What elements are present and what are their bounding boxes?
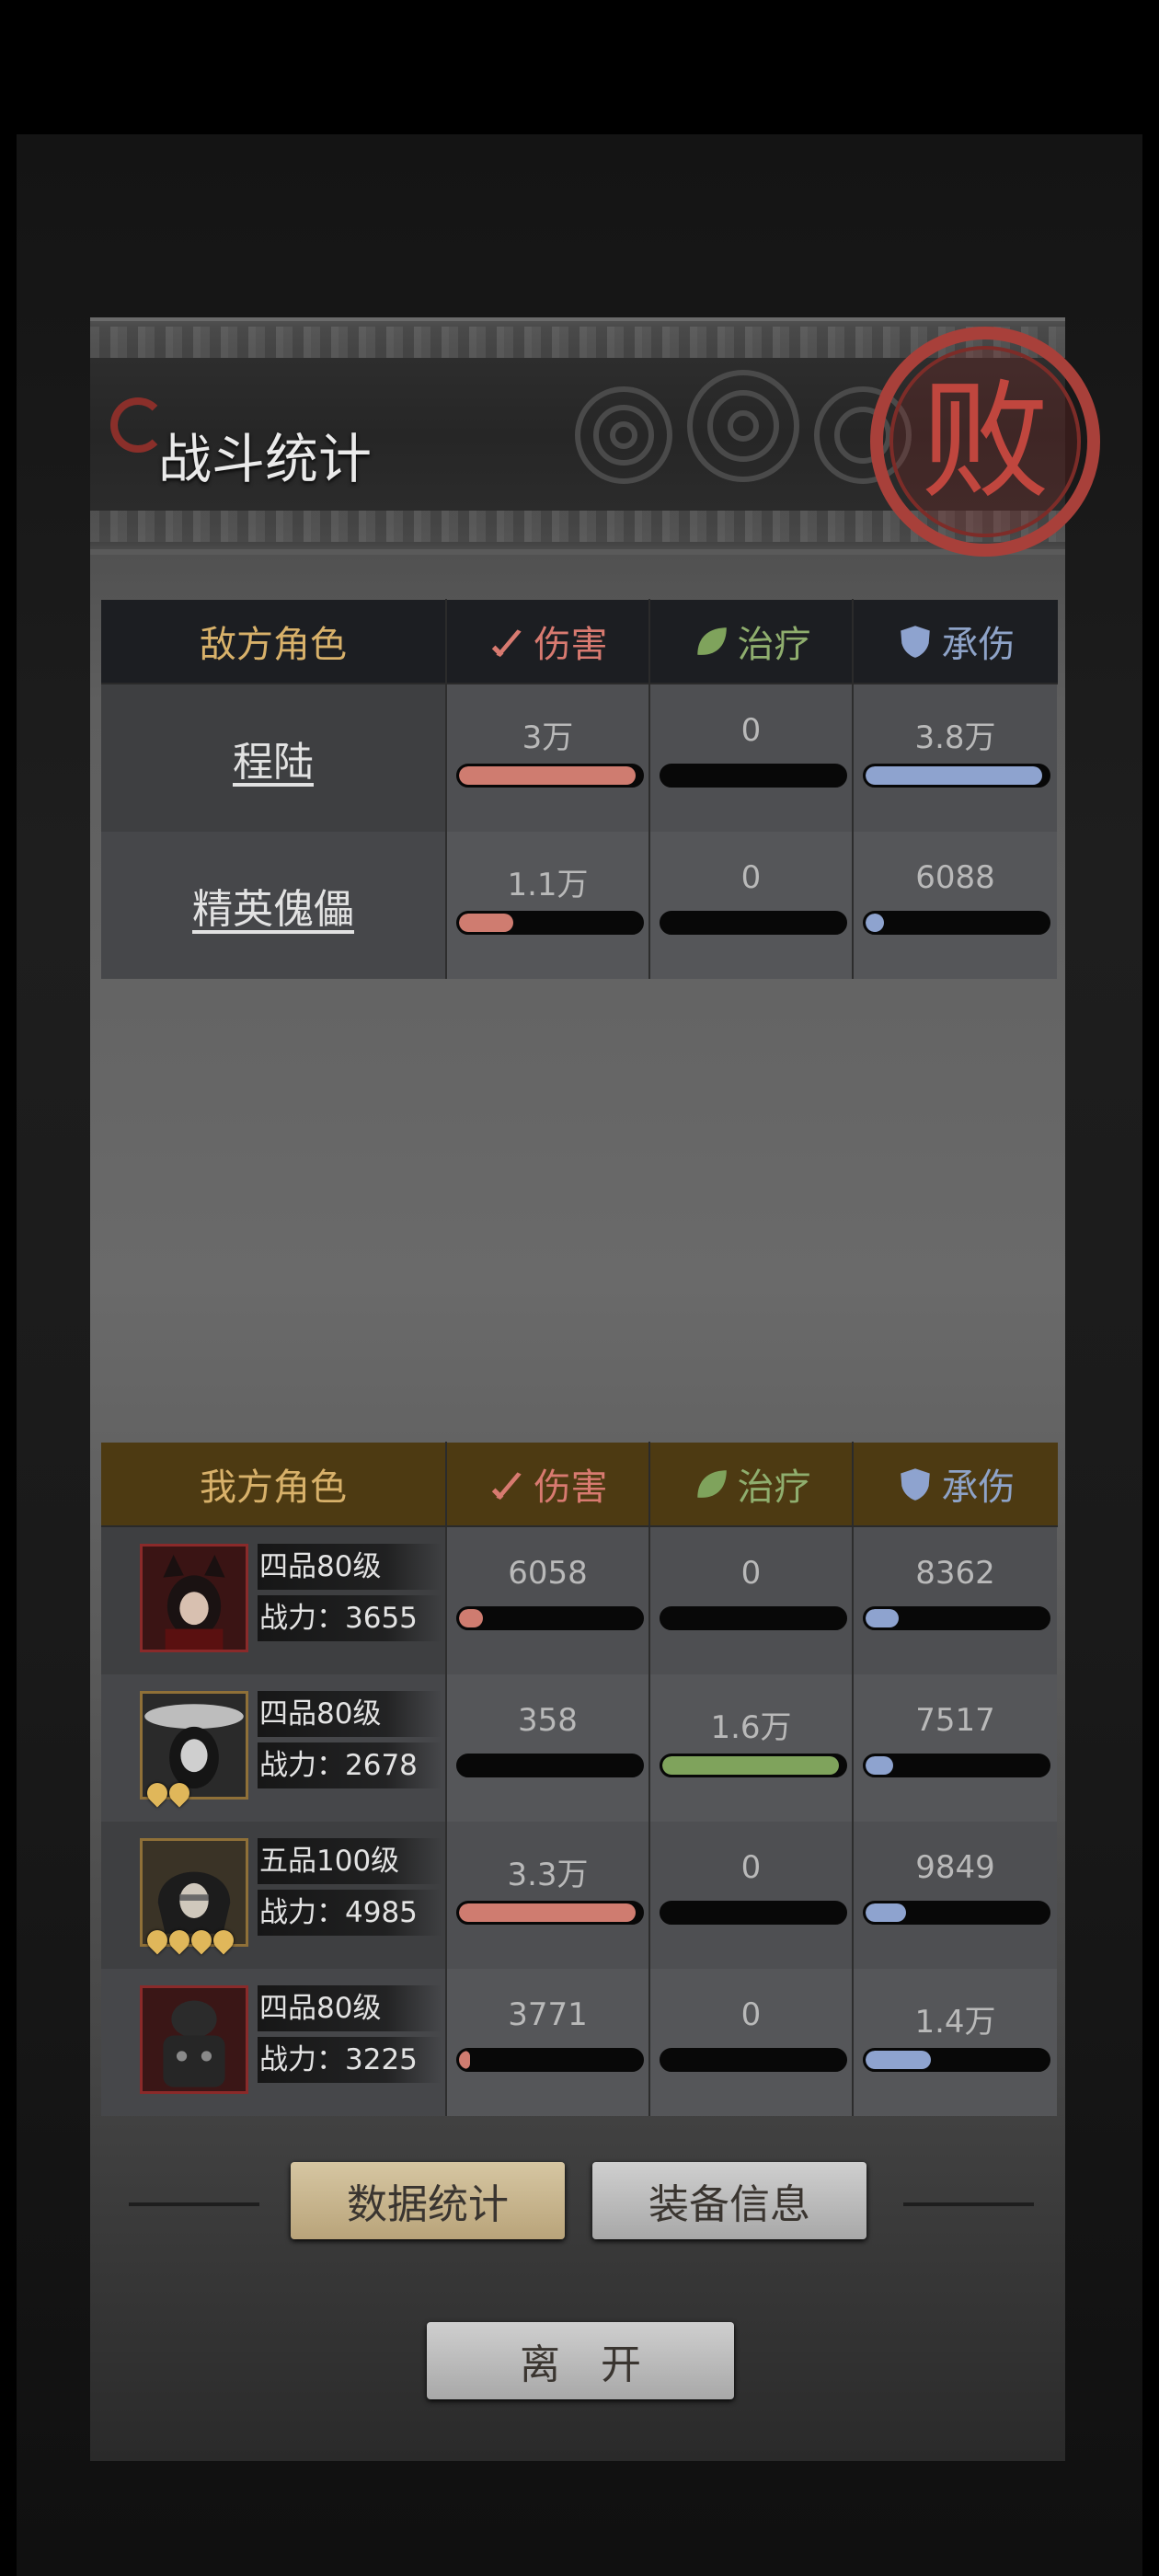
bar-fill [662, 1756, 840, 1775]
healing-bar [660, 1754, 847, 1777]
damage-bar [456, 1606, 644, 1630]
enemy-table-header: 敌方角色 伤害 治疗 承伤 [101, 599, 1058, 684]
healing-bar [660, 1606, 847, 1630]
taken-value: 9849 [915, 1849, 995, 1886]
healing-header: 治疗 [650, 599, 854, 684]
healing-header: 治疗 [650, 1442, 854, 1526]
damage-value: 3.3万 [507, 1857, 589, 1893]
taken-bar [863, 1606, 1050, 1630]
shield-icon [900, 626, 930, 658]
damage-taken-header: 承伤 [854, 1442, 1057, 1526]
ally-header-label: 我方角色 [101, 1442, 447, 1526]
character-rank: 四品80级 [258, 1985, 442, 2031]
taken-bar [863, 764, 1050, 788]
divider [903, 2202, 1034, 2206]
taken-value: 8362 [915, 1555, 995, 1592]
damage-value: 1.1万 [507, 867, 589, 903]
taken-bar [863, 1901, 1050, 1925]
healing-bar [660, 764, 847, 788]
bar-fill [866, 1903, 906, 1922]
enemy-header-label: 敌方角色 [101, 599, 447, 684]
damage-bar [456, 2048, 644, 2072]
healing-value: 1.6万 [710, 1709, 792, 1746]
damage-taken-header: 承伤 [854, 599, 1057, 684]
star-icon [209, 1926, 238, 1955]
seal-text: 败 [921, 367, 1050, 517]
table-row[interactable]: 四品80级 战力：2678 358 1.6万 7517 [101, 1674, 1058, 1822]
leaf-icon [696, 627, 727, 655]
star-icon [187, 1926, 216, 1955]
equipment-tab-button[interactable]: 装备信息 [592, 2162, 866, 2239]
bar-fill [459, 2051, 470, 2069]
bar-fill [459, 766, 637, 785]
table-row[interactable]: 四品80级 战力：3225 3771 0 1.4万 [101, 1969, 1058, 2116]
bar-fill [866, 2051, 932, 2069]
bar-fill [866, 766, 1043, 785]
character-rank: 四品80级 [258, 1544, 442, 1590]
damage-bar [456, 1901, 644, 1925]
healing-bar [660, 911, 847, 935]
damage-value: 358 [518, 1702, 578, 1739]
damage-value: 3万 [522, 719, 574, 756]
title-ornament-icon [110, 397, 166, 453]
damage-header: 伤害 [447, 1442, 650, 1526]
bar-fill [459, 914, 514, 932]
healing-value: 0 [740, 859, 762, 896]
table-row[interactable]: 五品100级 战力：4985 3.3万 0 9849 [101, 1822, 1058, 1969]
taken-bar [863, 1754, 1050, 1777]
character-portrait[interactable] [140, 1544, 248, 1652]
character-portrait[interactable] [140, 1985, 248, 2094]
bar-fill [866, 1756, 893, 1775]
star-icon [165, 1778, 194, 1808]
healing-value: 0 [740, 1849, 762, 1886]
star-icon [143, 1778, 172, 1808]
taken-bar [863, 2048, 1050, 2072]
ally-table-header: 我方角色 伤害 治疗 承伤 [101, 1442, 1058, 1527]
divider [129, 2202, 259, 2206]
character-rank: 四品80级 [258, 1691, 442, 1737]
damage-bar [456, 1754, 644, 1777]
table-row[interactable]: 精英傀儡 1.1万 0 6088 [101, 832, 1058, 979]
damage-bar [456, 764, 644, 788]
star-rating [143, 1926, 238, 1955]
bar-fill [866, 914, 884, 932]
character-power: 战力：4985 [258, 1890, 442, 1936]
healing-value: 0 [740, 712, 762, 749]
taken-value: 6088 [915, 859, 995, 896]
enemy-name-link[interactable]: 精英傀儡 [192, 876, 354, 935]
bar-fill [866, 1609, 899, 1627]
stats-tab-button[interactable]: 数据统计 [291, 2162, 565, 2239]
table-row[interactable]: 四品80级 战力：3655 6058 0 8362 [101, 1527, 1058, 1674]
enemy-name-link[interactable]: 程陆 [233, 729, 314, 788]
star-rating [143, 1778, 194, 1808]
character-rank: 五品100级 [258, 1838, 442, 1884]
damage-bar [456, 911, 644, 935]
bar-fill [459, 1609, 483, 1627]
taken-value: 1.4万 [914, 2004, 996, 2041]
character-power: 战力：2678 [258, 1742, 442, 1788]
taken-bar [863, 911, 1050, 935]
sword-icon [491, 1472, 522, 1501]
healing-value: 0 [740, 1555, 762, 1592]
star-icon [143, 1926, 172, 1955]
shield-icon [900, 1468, 930, 1501]
character-power: 战力：3225 [258, 2037, 442, 2083]
damage-value: 3771 [508, 1996, 588, 2033]
damage-value: 6058 [508, 1555, 588, 1592]
table-row[interactable]: 程陆 3万 0 3.8万 [101, 684, 1058, 832]
healing-bar [660, 2048, 847, 2072]
damage-header: 伤害 [447, 599, 650, 684]
healing-value: 0 [740, 1996, 762, 2033]
taken-value: 3.8万 [914, 719, 996, 756]
character-power: 战力：3655 [258, 1595, 442, 1641]
page-title: 战斗统计 [158, 428, 373, 490]
star-icon [165, 1926, 194, 1955]
defeat-seal-icon: 败 [870, 327, 1100, 557]
healing-bar [660, 1901, 847, 1925]
leaf-icon [696, 1470, 727, 1498]
bar-fill [459, 1903, 637, 1922]
leave-button[interactable]: 离 开 [427, 2322, 734, 2399]
sword-icon [491, 629, 522, 658]
taken-value: 7517 [915, 1702, 995, 1739]
